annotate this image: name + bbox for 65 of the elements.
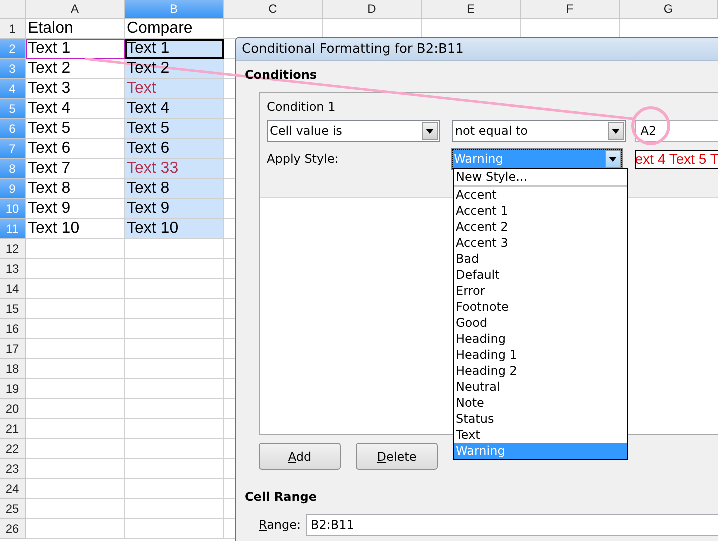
section-label: Conditions [245,68,318,84]
style-option[interactable]: Heading [454,331,627,347]
row-header[interactable]: 25 [0,499,26,519]
style-option[interactable]: Note [454,395,627,411]
condition-type-dropdown[interactable]: Cell value is [267,120,440,142]
style-option[interactable]: Accent 3 [454,235,627,251]
row-header[interactable]: 15 [0,299,26,319]
column-header[interactable]: A [26,0,125,19]
corner-cell [0,0,26,19]
style-option[interactable]: Good [454,315,627,331]
row-header[interactable]: 24 [0,479,26,499]
row-header[interactable]: 22 [0,439,26,459]
table-cell: Text 33 [125,159,224,179]
table-cell: Text 8 [125,179,224,199]
operator-dropdown[interactable]: not equal to [452,120,626,142]
row-header[interactable]: 23 [0,459,26,479]
style-option[interactable]: Accent [454,187,627,203]
table-cell: Text 9 [125,199,224,219]
range-field[interactable]: B2:B11 [306,514,718,536]
style-option[interactable]: Accent 2 [454,219,627,235]
style-option[interactable]: Default [454,267,627,283]
row-header[interactable]: 19 [0,379,26,399]
style-option[interactable]: Error [454,283,627,299]
row-header[interactable]: 16 [0,319,26,339]
column-header[interactable]: D [323,0,422,19]
table-cell: Text [125,79,224,99]
style-option[interactable]: Neutral [454,379,627,395]
style-option[interactable]: Text [454,427,627,443]
row-header[interactable]: 26 [0,519,26,539]
table-cell: Text 2 [125,59,224,79]
table-cell: Text 1 [26,39,125,59]
range-label: Range: [259,518,302,532]
dialog-button[interactable]: Add [259,443,341,470]
table-cell: Text 5 [125,119,224,139]
highlight-circle [632,106,670,146]
table-cell: Text 4 [125,99,224,119]
style-option[interactable]: New Style... [454,169,627,185]
table-cell: Etalon [26,19,125,39]
row-header[interactable]: 1 [0,19,26,39]
style-option[interactable]: Footnote [454,299,627,315]
style-option[interactable]: Heading 1 [454,347,627,363]
column-header[interactable]: F [521,0,620,19]
row-header[interactable]: 20 [0,399,26,419]
dialog-title: Conditional Formatting for B2:B11 [236,38,718,61]
style-option[interactable]: Heading 2 [454,363,627,379]
column-header[interactable]: G [620,0,718,19]
condition-title: Condition 1 [267,100,337,114]
style-option[interactable]: Status [454,411,627,427]
table-cell: Text 1 [125,39,224,59]
value-field[interactable]: A2 [634,120,718,142]
dialog-button[interactable]: Delete [356,443,438,470]
section-label: Cell Range [245,490,318,506]
row-header[interactable]: 13 [0,259,26,279]
row-header[interactable]: 14 [0,279,26,299]
column-header[interactable]: C [224,0,323,19]
row-header[interactable]: 12 [0,239,26,259]
row-header[interactable]: 17 [0,339,26,359]
row-header[interactable]: 18 [0,359,26,379]
style-option[interactable]: Bad [454,251,627,267]
row-header[interactable]: 21 [0,419,26,439]
style-option[interactable]: Accent 1 [454,203,627,219]
table-cell: Text 6 [125,139,224,159]
apply-style-label: Apply Style: [267,152,340,166]
table-cell: Text 10 [125,219,224,239]
column-header[interactable]: E [422,0,521,19]
